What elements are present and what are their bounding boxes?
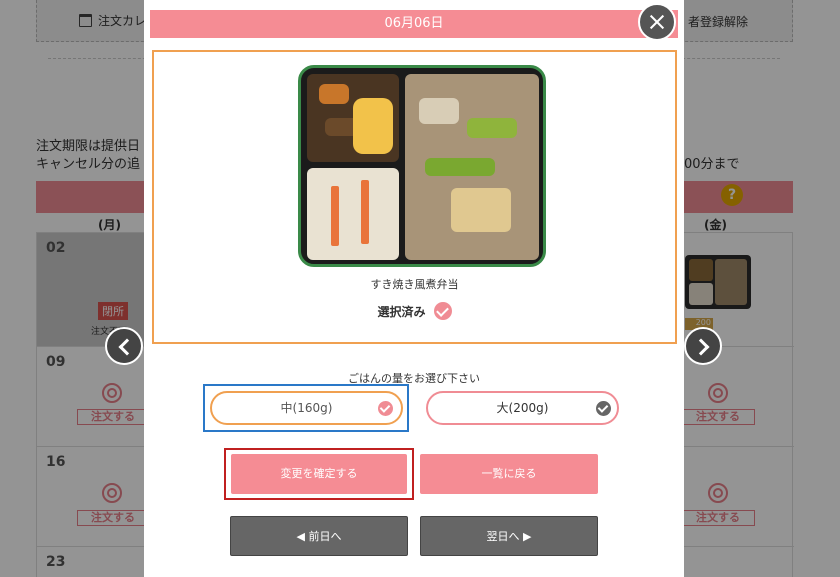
- selected-label: 選択済み: [377, 304, 426, 319]
- close-icon[interactable]: [638, 3, 676, 41]
- check-circle-icon: [378, 401, 393, 416]
- prev-arrow-icon[interactable]: [105, 327, 143, 365]
- selected-status: 選択済み: [154, 302, 675, 320]
- rice-option-label: 大(200g): [496, 401, 549, 415]
- rice-option-large[interactable]: 大(200g): [426, 391, 619, 425]
- prev-day-button[interactable]: ◀ 前日へ: [230, 516, 408, 556]
- bento-image: [298, 65, 546, 267]
- product-name: すき焼き風煮弁当: [370, 278, 459, 291]
- rice-option-medium[interactable]: 中(160g): [210, 391, 403, 425]
- modal-date-title: 06月06日: [150, 10, 678, 38]
- next-arrow-icon[interactable]: [684, 327, 722, 365]
- product-card: すき焼き風煮弁当 選択済み: [152, 50, 677, 344]
- rice-option-label: 中(160g): [280, 401, 333, 415]
- confirm-change-button[interactable]: 変更を確定する: [231, 454, 407, 494]
- next-day-button[interactable]: 翌日へ ▶: [420, 516, 598, 556]
- back-to-list-button[interactable]: 一覧に戻る: [420, 454, 598, 494]
- meal-detail-modal: 06月06日 すき焼き風煮弁当 選択済み ごはんの量をお選び下さい 中(160g…: [144, 0, 684, 577]
- check-circle-icon: [433, 302, 452, 320]
- check-circle-icon: [596, 401, 611, 416]
